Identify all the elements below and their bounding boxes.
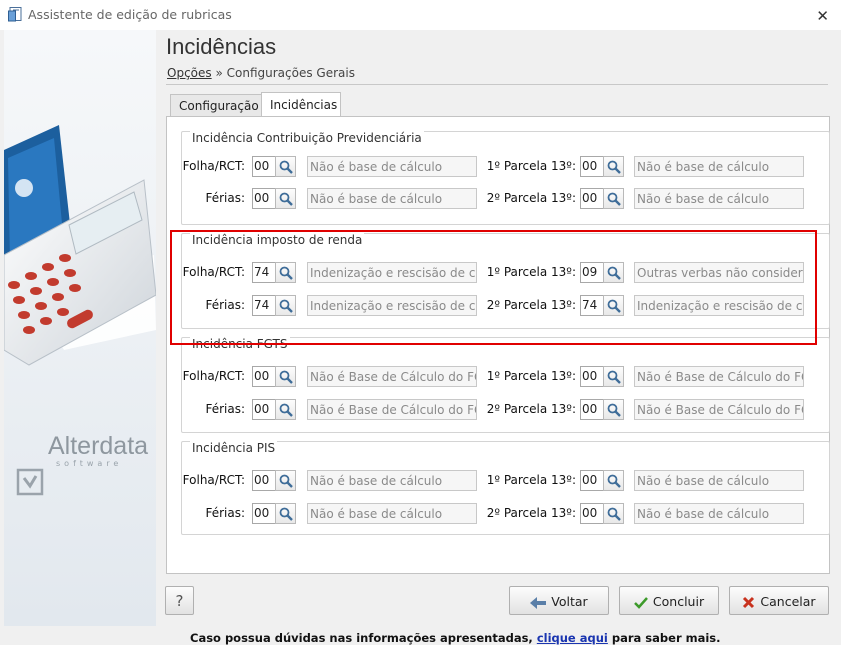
magnifier-icon (607, 474, 621, 488)
group-legend: Incidência PIS (190, 441, 278, 455)
search-button[interactable] (275, 366, 296, 387)
brand-tagline: software (56, 459, 123, 468)
group-legend: Incidência Contribuição Previdenciária (190, 131, 424, 145)
brand-name: Alterdata (48, 432, 149, 460)
field-label: 2º Parcela 13º: (486, 506, 576, 520)
code-input[interactable]: 00 (252, 188, 276, 209)
tab-panel: Incidência Contribuição Previdenciária Fo… (166, 116, 830, 645)
magnifier-icon (607, 370, 621, 384)
breadcrumb-current: Configurações Gerais (226, 66, 355, 80)
back-button-label: Voltar (551, 594, 588, 609)
search-button[interactable] (603, 156, 624, 177)
close-icon[interactable]: ✕ (816, 7, 829, 25)
x-icon (743, 596, 755, 609)
tab-configuracao[interactable]: Configuração (170, 94, 268, 117)
help-info-text: Caso possua dúvidas nas informações apre… (190, 631, 533, 645)
code-input[interactable]: 00 (580, 399, 604, 420)
wizard-window: Assistente de edição de rubricas ✕ Alter… (0, 0, 841, 645)
finish-button[interactable]: Concluir (619, 586, 719, 615)
help-button[interactable]: ? (165, 586, 194, 615)
magnifier-icon (279, 160, 293, 174)
highlight-box (170, 230, 817, 345)
help-link[interactable]: clique aqui (537, 631, 608, 645)
tab-incidencias[interactable]: Incidências (261, 92, 341, 117)
description-field: Não é base de cálculo (307, 470, 477, 491)
search-button[interactable] (603, 399, 624, 420)
magnifier-icon (607, 507, 621, 521)
field-label: 1º Parcela 13º: (486, 159, 576, 173)
search-button[interactable] (275, 503, 296, 524)
title-bar: Assistente de edição de rubricas ✕ (0, 0, 841, 30)
window-title: Assistente de edição de rubricas (28, 7, 232, 22)
code-input[interactable]: 00 (252, 366, 276, 387)
description-field: Não é base de cálculo (307, 188, 477, 209)
magnifier-icon (607, 192, 621, 206)
description-field: Não é base de cálculo (634, 503, 804, 524)
code-input[interactable]: 00 (580, 366, 604, 387)
magnifier-icon (607, 403, 621, 417)
field-label: Férias: (205, 191, 245, 205)
incidence-group: Incidência FGTS Folha/RCT: 00 Não é Base de… (181, 337, 830, 433)
search-button[interactable] (275, 188, 296, 209)
help-info: Caso possua dúvidas nas informações apre… (190, 631, 721, 645)
field-label: Férias: (205, 402, 245, 416)
code-input[interactable]: 00 (580, 503, 604, 524)
description-field: Não é Base de Cálculo do FGTS (634, 399, 804, 420)
form-icon (8, 7, 22, 22)
finish-button-label: Concluir (652, 594, 705, 609)
search-button[interactable] (603, 503, 624, 524)
description-field: Não é Base de Cálculo do FGTS (307, 399, 477, 420)
search-button[interactable] (275, 470, 296, 491)
field-label: 1º Parcela 13º: (486, 369, 576, 383)
code-input[interactable]: 00 (580, 470, 604, 491)
incidence-group: Incidência Contribuição Previdenciária Fo… (181, 131, 830, 225)
magnifier-icon (279, 403, 293, 417)
breadcrumb-options-link[interactable]: Opções (167, 66, 212, 80)
description-field: Não é Base de Cálculo do FGTS (634, 366, 804, 387)
description-field: Não é base de cálculo (634, 188, 804, 209)
search-button[interactable] (603, 188, 624, 209)
breadcrumb-divider (166, 84, 828, 85)
search-button[interactable] (603, 366, 624, 387)
magnifier-icon (279, 192, 293, 206)
code-input[interactable]: 00 (580, 156, 604, 177)
arrow-left-icon (530, 596, 547, 609)
field-label: Folha/RCT: (182, 159, 245, 173)
check-icon (634, 596, 648, 609)
code-input[interactable]: 00 (580, 188, 604, 209)
field-label: Férias: (205, 506, 245, 520)
magnifier-icon (279, 370, 293, 384)
magnifier-icon (607, 160, 621, 174)
incidence-group: Incidência PIS Folha/RCT: 00 Não é base de … (181, 441, 830, 535)
calculator-illustration (4, 30, 156, 626)
description-field: Não é base de cálculo (634, 470, 804, 491)
search-button[interactable] (603, 470, 624, 491)
cancel-button[interactable]: Cancelar (729, 586, 829, 615)
help-info-suffix: para saber mais. (611, 631, 721, 645)
side-illustration: Alterdata software (4, 30, 156, 626)
field-label: 2º Parcela 13º: (486, 191, 576, 205)
page-title: Incidências (166, 34, 277, 59)
code-input[interactable]: 00 (252, 470, 276, 491)
code-input[interactable]: 00 (252, 503, 276, 524)
field-label: Folha/RCT: (182, 473, 245, 487)
field-label: 1º Parcela 13º: (486, 473, 576, 487)
breadcrumb: Opções » Configurações Gerais (167, 66, 355, 80)
code-input[interactable]: 00 (252, 156, 276, 177)
magnifier-icon (279, 474, 293, 488)
description-field: Não é Base de Cálculo do FGTS (307, 366, 477, 387)
breadcrumb-separator: » (215, 66, 223, 80)
field-label: 2º Parcela 13º: (486, 402, 576, 416)
description-field: Não é base de cálculo (634, 156, 804, 177)
magnifier-icon (279, 507, 293, 521)
search-button[interactable] (275, 399, 296, 420)
description-field: Não é base de cálculo (307, 156, 477, 177)
code-input[interactable]: 00 (252, 399, 276, 420)
cancel-button-label: Cancelar (760, 594, 816, 609)
back-button[interactable]: Voltar (509, 586, 609, 615)
search-button[interactable] (275, 156, 296, 177)
description-field: Não é base de cálculo (307, 503, 477, 524)
field-label: Folha/RCT: (182, 369, 245, 383)
